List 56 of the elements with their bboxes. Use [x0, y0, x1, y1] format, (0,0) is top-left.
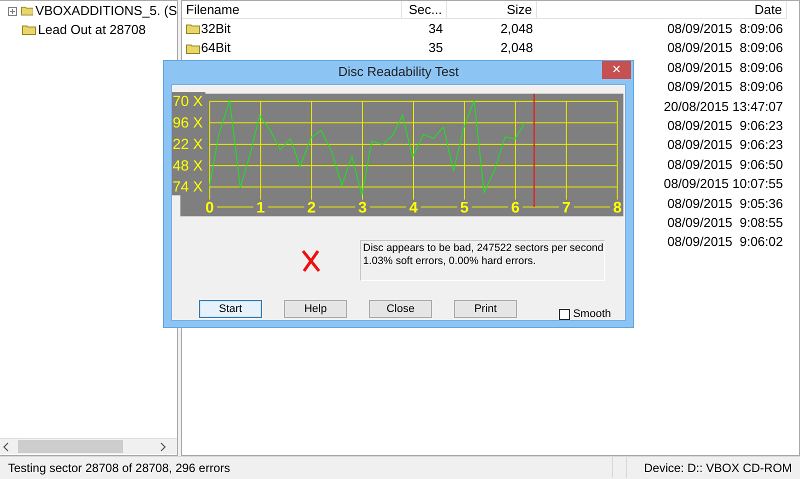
axis-label: 0 [205, 199, 214, 216]
date-cell: 08/09/2015 9:06:23 [667, 118, 783, 133]
axis-label: 22 X [172, 137, 203, 153]
column-header[interactable]: Filename [182, 1, 402, 19]
scrollbar-thumb[interactable] [18, 440, 123, 453]
sector-cell: 34 [428, 21, 443, 36]
dialog-button[interactable]: Close [369, 300, 432, 318]
expand-icon[interactable] [8, 7, 17, 16]
status-text: Testing sector 28708 of 28708, 296 errors [7, 460, 230, 477]
date-cell: 08/09/2015 9:06:23 [667, 137, 783, 152]
date-cell: 08/09/2015 9:05:36 [667, 196, 783, 211]
column-header[interactable]: Date [537, 1, 787, 19]
file-name[interactable]: 32Bit [201, 19, 231, 38]
sector-cell: 35 [428, 40, 443, 56]
dialog-button[interactable]: Help [284, 300, 347, 318]
dialog-button[interactable]: Start [199, 300, 262, 318]
axis-label: 2 [307, 199, 316, 216]
message-line: Disc appears to be bad, 247522 sectors per second [363, 242, 602, 255]
axis-label: 1 [256, 199, 265, 216]
dialog-button[interactable]: Print [454, 300, 517, 318]
column-header[interactable]: Sec... [402, 1, 447, 19]
date-cell: 08/09/2015 9:06:50 [667, 156, 783, 172]
message-line: 1.03% soft errors, 0.00% hard errors. [363, 255, 537, 268]
size-cell: 2,048 [500, 40, 533, 56]
dialog-title: Disc Readability Test [338, 64, 459, 79]
axis-label: 74 X [172, 180, 203, 196]
axis-label: 3 [358, 199, 367, 216]
axis-label: 8 [613, 199, 622, 216]
axis-label: 7 [562, 199, 571, 216]
tree-item[interactable]: Lead Out at 28708 [38, 20, 146, 39]
axis-label: 6 [511, 199, 520, 216]
device-text: Device: D:: VBOX CD-ROM [643, 460, 794, 477]
close-button[interactable]: × [602, 61, 631, 79]
column-header[interactable]: Size [447, 1, 537, 19]
folder-icon [20, 5, 34, 16]
axis-label: 70 X [172, 94, 203, 110]
folder-icon [186, 42, 200, 54]
folder-icon [22, 24, 36, 35]
axis-label: 5 [460, 199, 469, 216]
axis-label: 4 [409, 199, 418, 216]
date-cell: 20/08/2015 13:47:07 [664, 98, 783, 114]
date-cell: 08/09/2015 8:09:06 [667, 60, 783, 75]
file-name[interactable]: 64Bit [201, 38, 231, 58]
date-cell: 08/09/2015 10:07:55 [664, 176, 783, 192]
horizontal-scrollbar[interactable] [0, 438, 177, 454]
date-cell: 08/09/2015 8:09:06 [667, 21, 783, 36]
date-cell: 08/09/2015 9:06:02 [667, 234, 783, 250]
date-cell: 08/09/2015 8:09:06 [667, 79, 783, 94]
smooth-checkbox[interactable]: Smooth [559, 306, 611, 322]
axis-label: 48 X [172, 158, 203, 174]
axis-label: 96 X [172, 115, 203, 132]
date-cell: 08/09/2015 9:08:55 [667, 214, 783, 230]
tree-item[interactable]: VBOXADDITIONS_5. (S [35, 1, 177, 20]
date-cell: 08/09/2015 8:09:06 [667, 40, 783, 56]
folder-icon [186, 23, 200, 34]
size-cell: 2,048 [500, 21, 533, 36]
